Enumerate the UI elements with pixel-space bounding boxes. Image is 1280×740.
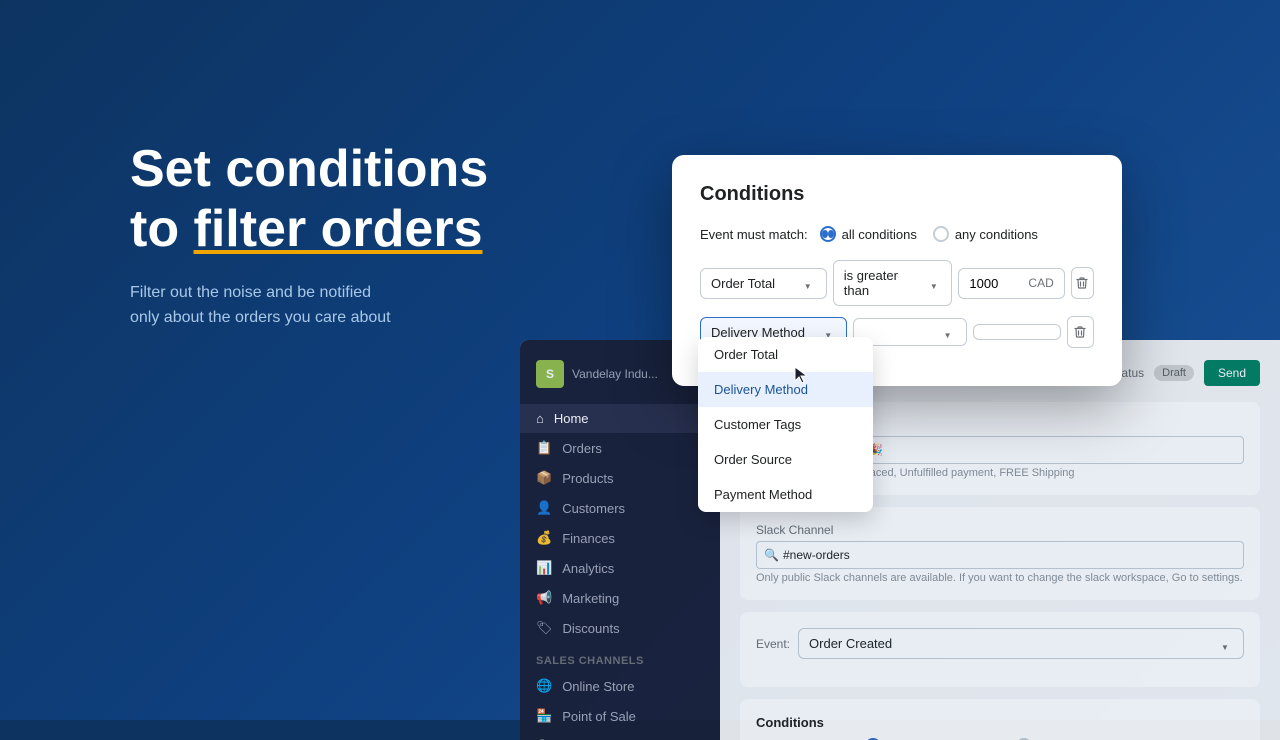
finances-icon: 💰 [536, 530, 552, 546]
any-conditions-radio-label: any conditions [955, 227, 1038, 242]
pos-label: Point of Sale [562, 709, 636, 724]
sidebar-item-discounts[interactable]: 🏷 Discounts [520, 613, 720, 643]
delete-condition-2-button[interactable] [1067, 316, 1094, 348]
sidebar-item-pos[interactable]: 🏪 Point of Sale [520, 701, 720, 731]
all-conditions-radio-btn[interactable]: all conditions [820, 226, 917, 242]
slack-channel-input-wrap: 🔍 [756, 541, 1244, 569]
analytics-icon: 📊 [536, 560, 552, 576]
sidebar-item-marketing[interactable]: 📢 Marketing [520, 583, 720, 613]
dropdown-item-order-source[interactable]: Order Source [698, 442, 873, 477]
search-icon: 🔍 [764, 548, 779, 562]
subtext: Filter out the noise and be notified onl… [130, 280, 610, 331]
trash-icon [1075, 276, 1089, 290]
send-button[interactable]: Send [1204, 360, 1260, 386]
slack-channel-section: Slack Channel 🔍 Only public Slack channe… [740, 507, 1260, 600]
sidebar-item-orders[interactable]: 📋 Orders [520, 433, 720, 463]
sidebar-item-home-label: Home [554, 411, 589, 426]
headline-line2: to [130, 200, 194, 258]
orders-icon: 📋 [536, 440, 552, 456]
products-icon: 📦 [536, 470, 552, 486]
radio-group: all conditions any conditions [820, 226, 1038, 242]
chevron-down-icon [1221, 638, 1233, 650]
all-conditions-radio-label: all conditions [842, 227, 917, 242]
condition-value-1[interactable]: CAD [958, 268, 1064, 299]
condition-operator-1[interactable]: is greater than [833, 260, 953, 306]
headline-highlight: filter orders [194, 200, 483, 258]
headline: Set conditions to filter orders [130, 140, 610, 260]
slack-channel-label: Slack Channel [756, 523, 1244, 537]
discounts-icon: 🏷 [536, 620, 553, 636]
delete-condition-1-button[interactable] [1071, 267, 1094, 299]
event-match-label: Event must match: [700, 227, 808, 242]
sidebar-item-analytics-label: Analytics [562, 561, 614, 576]
sales-channels-label: Sales channels [520, 643, 720, 671]
slack-channel-input[interactable] [756, 541, 1244, 569]
sidebar-item-customers-label: Customers [562, 501, 625, 516]
chevron-down-icon-4 [944, 326, 956, 338]
event-select[interactable]: Order Created [798, 628, 1244, 659]
any-conditions-radio-circle[interactable] [933, 226, 949, 242]
dropdown-item-delivery-method[interactable]: Delivery Method [698, 372, 873, 407]
dropdown-item-payment-method[interactable]: Payment Method [698, 477, 873, 512]
left-section: Set conditions to filter orders Filter o… [130, 140, 610, 331]
home-icon: ⌂ [536, 411, 544, 426]
currency-code-1: CAD [1028, 276, 1053, 290]
sidebar-item-customers[interactable]: 👤 Customers [520, 493, 720, 523]
sidebar-item-online-store[interactable]: 🌐 Online Store [520, 671, 720, 701]
event-value: Order Created [809, 636, 892, 651]
shopify-panel: S Vandelay Indu... ⌂ Home 📋 Orders 📦 Pro… [520, 340, 1280, 740]
field-dropdown-menu: Order Total Delivery Method Customer Tag… [698, 337, 873, 512]
event-label: Event: [756, 637, 790, 651]
online-store-label: Online Store [562, 679, 634, 694]
condition-field-1[interactable]: Order Total [700, 268, 827, 299]
sidebar-item-products-label: Products [562, 471, 613, 486]
condition-row-1: Order Total is greater than CAD [700, 260, 1094, 306]
event-row: Event: Order Created [756, 628, 1244, 659]
headline-line1: Set conditions [130, 140, 488, 198]
sidebar-item-finances-label: Finances [562, 531, 615, 546]
sidebar-store: Vandelay Indu... [572, 367, 658, 381]
pos-icon: 🏪 [536, 708, 552, 724]
sidebar-item-discounts-label: Discounts [563, 621, 620, 636]
condition-value-input-1[interactable] [969, 276, 1024, 291]
conditions-title: Conditions [756, 715, 1244, 730]
sidebar-item-marketing-label: Marketing [562, 591, 619, 606]
trash-icon-2 [1073, 325, 1087, 339]
condition-operator-1-value: is greater than [844, 268, 924, 298]
shopify-logo: S [536, 360, 564, 388]
dropdown-item-order-total[interactable]: Order Total [698, 337, 873, 372]
subtext-line2: only about the orders you care about [130, 309, 391, 326]
sidebar-item-products[interactable]: 📦 Products [520, 463, 720, 493]
all-conditions-radio-circle[interactable] [820, 226, 836, 242]
dropdown-item-customer-tags[interactable]: Customer Tags [698, 407, 873, 442]
any-conditions-radio-btn[interactable]: any conditions [933, 226, 1038, 242]
online-store-icon: 🌐 [536, 678, 552, 694]
sidebar-item-analytics[interactable]: 📊 Analytics [520, 553, 720, 583]
modal-title: Conditions [700, 183, 1094, 206]
condition-value-2[interactable] [973, 324, 1061, 340]
sidebar-item-orders-label: Orders [562, 441, 602, 456]
status-badge: Draft [1154, 365, 1194, 381]
marketing-icon: 📢 [536, 590, 552, 606]
slack-channel-hint: Only public Slack channels are available… [756, 572, 1244, 584]
customers-icon: 👤 [536, 500, 552, 516]
event-section: Event: Order Created [740, 612, 1260, 687]
subtext-line1: Filter out the noise and be notified [130, 284, 371, 301]
event-match-row: Event must match: all conditions any con… [700, 226, 1094, 242]
sidebar-item-shop[interactable]: 🛍 Shop [520, 731, 720, 740]
sidebar: S Vandelay Indu... ⌂ Home 📋 Orders 📦 Pro… [520, 340, 720, 740]
chevron-down-icon-2 [930, 277, 942, 289]
sidebar-item-finances[interactable]: 💰 Finances [520, 523, 720, 553]
sidebar-item-home[interactable]: ⌂ Home [520, 404, 720, 433]
condition-field-1-value: Order Total [711, 276, 775, 291]
chevron-down-icon-1 [804, 277, 816, 289]
